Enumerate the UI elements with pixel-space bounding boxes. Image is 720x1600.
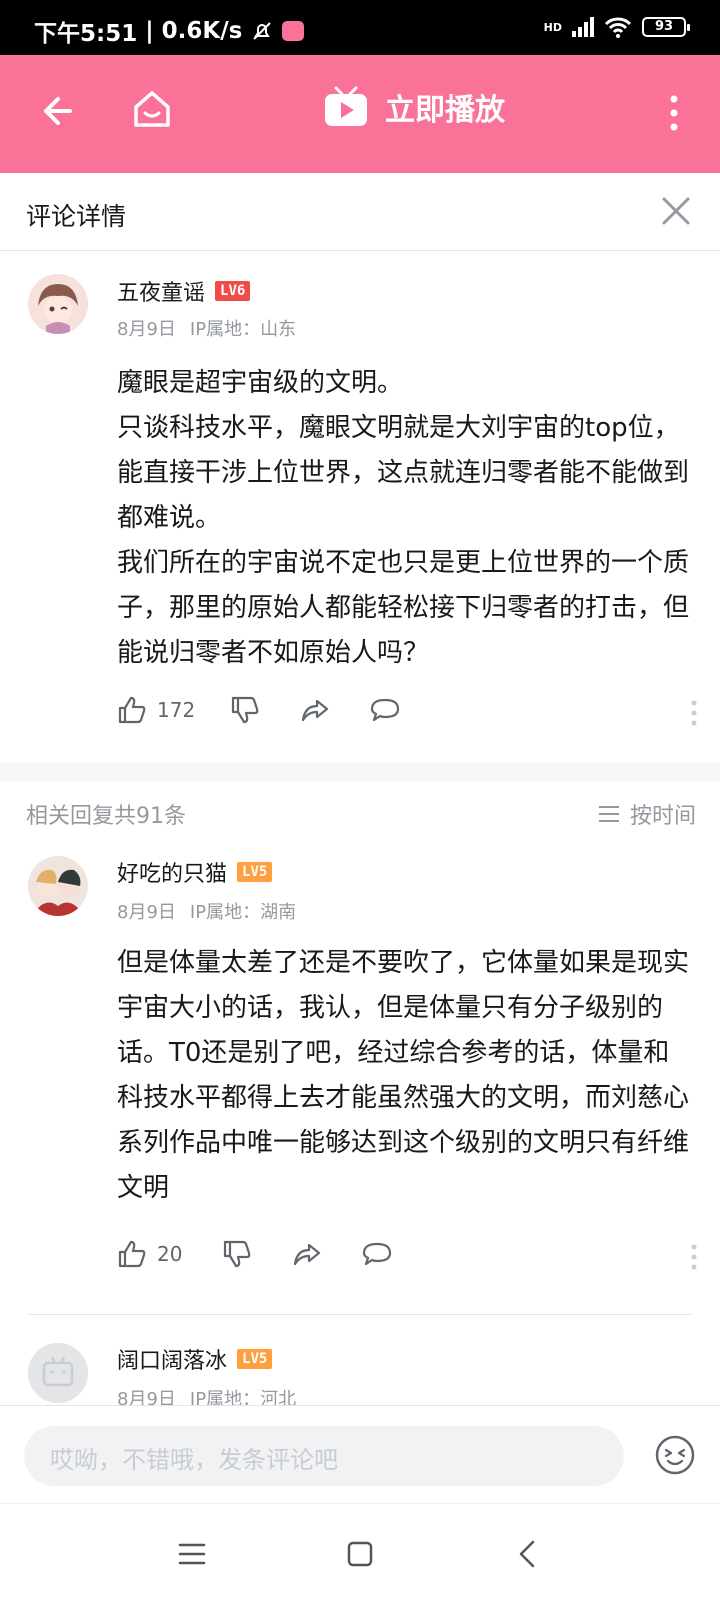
- reply-item: 好吃的只猫 LV5 8月9日 IP属地：湖南 但是体量太差了还是不要吹了，它体量…: [0, 842, 720, 1312]
- network-speed: 0.6K/s: [161, 18, 243, 44]
- comment-input-bar: 哎呦，不错哦，发条评论吧: [0, 1405, 720, 1503]
- reply-item: 阔口阔落冰 LV5 8月9日 IP属地：河北: [0, 1315, 720, 1405]
- home-icon[interactable]: [130, 87, 174, 131]
- replies-header: 相关回复共91条 按时间: [0, 782, 720, 842]
- play-now-button[interactable]: 立即播放: [323, 85, 505, 129]
- more-vertical-icon[interactable]: [668, 93, 680, 133]
- system-nav-bar: [0, 1503, 720, 1600]
- thumbs-down-icon: [231, 696, 259, 724]
- comment-text: 魔眼是超宇宙级的文明。 只谈科技水平，魔眼文明就是大刘宇宙的top位，能直接干涉…: [117, 368, 690, 668]
- comment-username[interactable]: 五夜童谣 LV6: [117, 275, 251, 307]
- more-options-icon[interactable]: [691, 1243, 697, 1271]
- level-badge: LV5: [237, 862, 273, 882]
- avatar[interactable]: [28, 274, 88, 334]
- section-divider: [0, 762, 720, 782]
- status-time: 下午5:51: [34, 21, 138, 47]
- status-bar: 下午5:51 | 0.6K/s HD 93: [0, 0, 720, 55]
- reply-text: 但是体量太差了还是不要吹了，它体量如果是现实宇宙大小的话，我认，但是体量只有分子…: [117, 948, 690, 1203]
- share-icon: [293, 1243, 321, 1266]
- comment-input[interactable]: 哎呦，不错哦，发条评论吧: [24, 1426, 624, 1486]
- comment-detail-header: 评论详情: [0, 173, 720, 251]
- sort-button[interactable]: 按时间: [598, 798, 696, 830]
- menu-icon[interactable]: [172, 1534, 212, 1574]
- comment-bubble-icon: [362, 1242, 392, 1266]
- level-badge: LV6: [215, 281, 251, 301]
- emoji-icon[interactable]: [654, 1434, 696, 1476]
- comment-actions: 172: [117, 695, 697, 731]
- main-comment: 五夜童谣 LV6 8月9日 IP属地：山东 魔眼是超宇宙级的文明。 只谈科技水平…: [0, 251, 720, 762]
- comment-date: 8月9日: [117, 319, 176, 340]
- back-arrow-icon[interactable]: [36, 91, 76, 131]
- sort-lines-icon: [598, 806, 619, 822]
- signal-icon: [572, 17, 594, 37]
- bilibili-notification-icon: [282, 21, 305, 41]
- thumbs-down-icon: [223, 1240, 251, 1268]
- back-chevron-icon[interactable]: [508, 1534, 548, 1574]
- play-now-label: 立即播放: [385, 93, 505, 128]
- home-square-icon[interactable]: [340, 1534, 380, 1574]
- top-app-bar: 立即播放: [0, 55, 720, 173]
- avatar[interactable]: [28, 856, 88, 916]
- reply-username[interactable]: 好吃的只猫 LV5: [117, 856, 273, 888]
- level-badge: LV5: [237, 1349, 273, 1369]
- mute-bell-icon: [253, 22, 272, 40]
- more-options-icon[interactable]: [691, 699, 697, 727]
- like-button[interactable]: 172: [117, 695, 195, 725]
- page-title: 评论详情: [26, 202, 127, 231]
- reply-username[interactable]: 阔口阔落冰 LV5: [117, 1343, 273, 1375]
- comment-meta: 8月9日 IP属地：山东: [117, 315, 296, 341]
- hd-indicator: HD: [543, 20, 562, 34]
- like-count: 20: [157, 1242, 183, 1266]
- reply-ip: IP属地：湖南: [189, 902, 297, 923]
- reply-count: 相关回复共91条: [26, 804, 186, 829]
- close-icon[interactable]: [660, 195, 692, 227]
- share-icon: [301, 699, 329, 722]
- dislike-button[interactable]: [230, 695, 260, 725]
- share-button[interactable]: [292, 1239, 322, 1269]
- dislike-button[interactable]: [222, 1239, 252, 1269]
- reply-button[interactable]: [370, 695, 400, 725]
- reply-actions: 20: [117, 1239, 697, 1275]
- reply-date: 8月9日: [117, 1389, 176, 1405]
- tv-play-icon: [325, 86, 367, 126]
- wifi-icon: [604, 17, 632, 38]
- share-button[interactable]: [300, 695, 330, 725]
- avatar[interactable]: [28, 1343, 88, 1403]
- reply-ip: IP属地：河北: [189, 1389, 297, 1405]
- reply-meta: 8月9日 IP属地：湖南: [117, 898, 296, 924]
- like-count: 172: [157, 698, 196, 722]
- like-button[interactable]: 20: [117, 1239, 182, 1269]
- comment-ip: IP属地：山东: [189, 319, 297, 340]
- thumbs-up-icon: [118, 1240, 146, 1268]
- reply-button[interactable]: [362, 1239, 392, 1269]
- battery-icon: 93: [642, 17, 690, 37]
- comment-bubble-icon: [370, 698, 400, 722]
- sort-label: 按时间: [629, 804, 696, 829]
- reply-meta: 8月9日 IP属地：河北: [117, 1385, 296, 1405]
- thumbs-up-icon: [118, 696, 146, 724]
- reply-date: 8月9日: [117, 902, 176, 923]
